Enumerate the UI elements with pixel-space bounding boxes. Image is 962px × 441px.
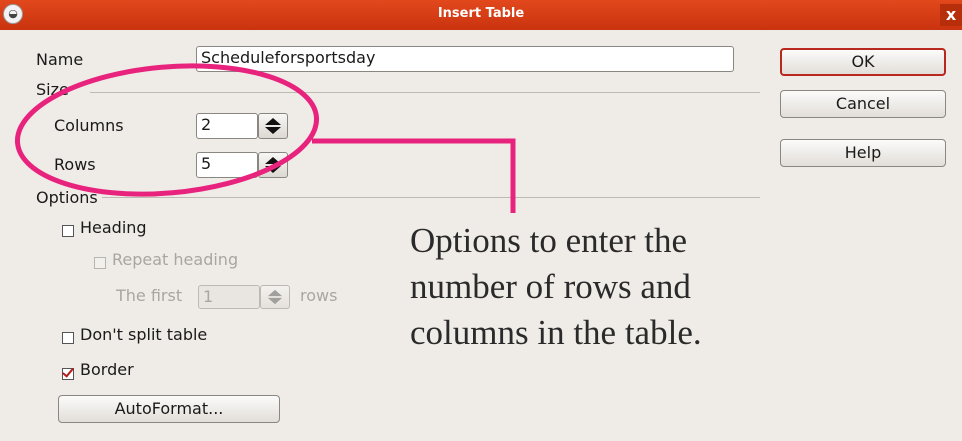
the-first-input[interactable]: 1 (198, 285, 260, 309)
name-label-text: Name (36, 50, 84, 69)
rows-label: Rows (54, 155, 96, 174)
annotation-line-1: Options to enter the (410, 221, 688, 260)
size-section-label: Size (36, 80, 69, 99)
columns-input[interactable]: 2 (196, 113, 258, 139)
name-input[interactable]: Scheduleforsportsday (196, 46, 734, 72)
name-label: Name (36, 50, 83, 69)
dont-split-label: Don't split table (80, 325, 208, 344)
border-checkbox[interactable] (62, 368, 74, 380)
dont-split-checkbox[interactable] (62, 332, 74, 344)
columns-label: Columns (54, 116, 124, 135)
annotation-text: Options to enter the number of rows and … (410, 218, 702, 356)
border-label: Border (80, 360, 134, 379)
options-divider (102, 197, 760, 198)
options-section-label: Options (36, 188, 98, 207)
the-first-label: The first (116, 286, 183, 305)
heading-label: Heading (80, 218, 147, 237)
rows-spinner[interactable] (258, 152, 288, 178)
updown-arrow-icon (265, 118, 281, 134)
annotation-line-3: columns in the table. (410, 313, 702, 352)
title-bar[interactable]: ◒ Insert Table x (0, 0, 962, 30)
rows-input[interactable]: 5 (196, 152, 258, 178)
cancel-button[interactable]: Cancel (780, 90, 946, 118)
callout-line (312, 138, 516, 213)
heading-checkbox[interactable] (62, 225, 74, 237)
autoformat-button[interactable]: AutoFormat... (58, 395, 280, 423)
repeat-heading-label: Repeat heading (112, 250, 239, 269)
repeat-heading-checkbox[interactable] (94, 257, 106, 269)
help-button[interactable]: Help (780, 139, 946, 167)
ok-button[interactable]: OK (780, 48, 946, 76)
rows-suffix-label: rows (300, 286, 338, 305)
updown-arrow-icon (267, 289, 283, 305)
columns-spinner[interactable] (258, 113, 288, 139)
size-divider (90, 92, 760, 93)
updown-arrow-icon (265, 157, 281, 173)
annotation-line-2: number of rows and (410, 267, 691, 306)
the-first-spinner[interactable] (260, 285, 290, 309)
window-title: Insert Table (437, 6, 525, 21)
close-button[interactable]: x (940, 4, 962, 26)
